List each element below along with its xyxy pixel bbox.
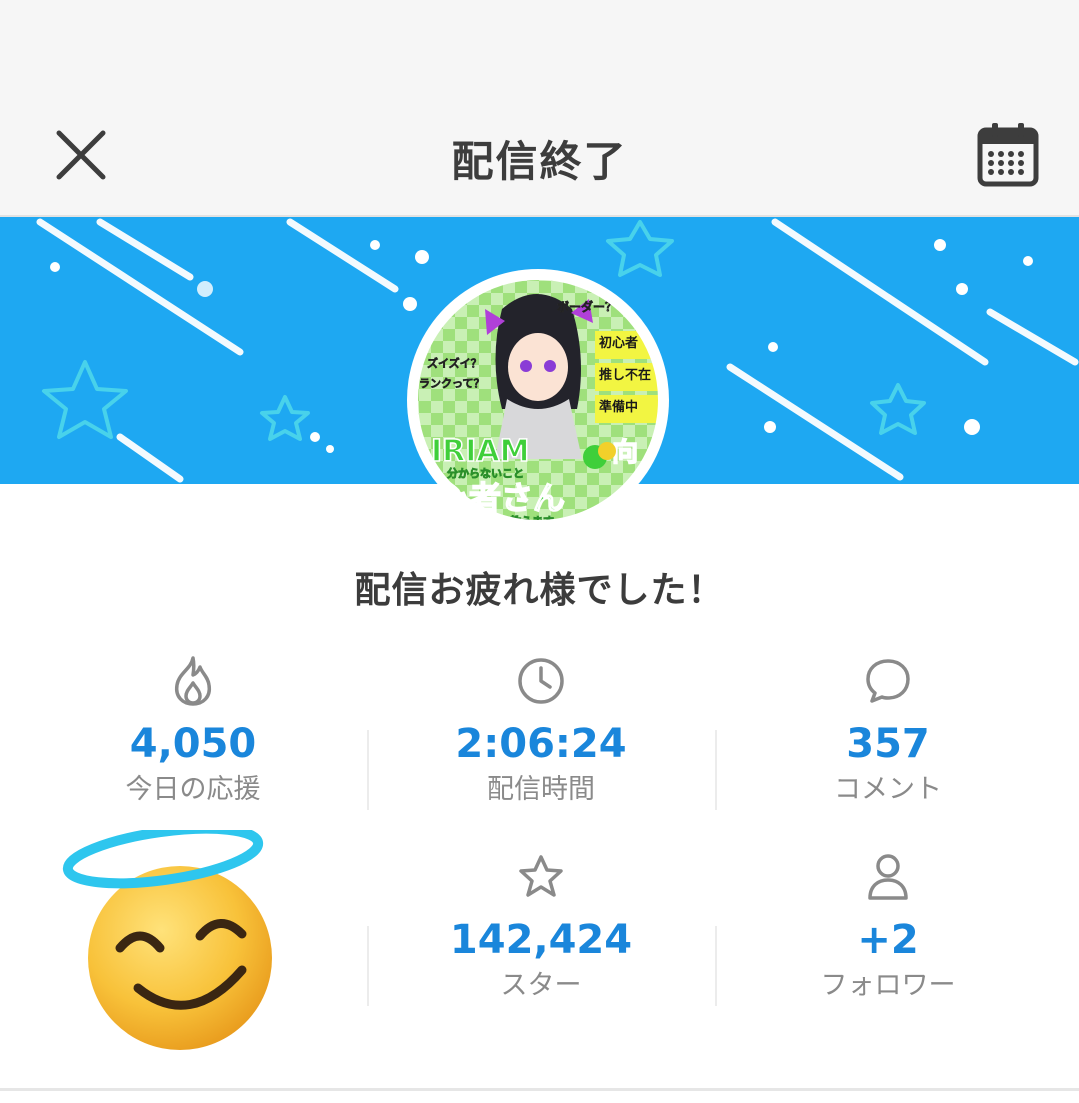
person-icon: [868, 854, 908, 900]
stat-followers: +2 フォロワー: [723, 850, 1053, 1002]
svg-text:初心者: 初心者: [599, 335, 638, 351]
calendar-icon: [977, 123, 1039, 187]
stat-value: 2:06:24: [455, 721, 627, 767]
page-title: 配信終了: [451, 137, 628, 186]
greeting-message: 配信お疲れ様でした！: [354, 570, 725, 611]
svg-text:分からないこと: 分からないこと: [447, 466, 524, 480]
divider: [715, 926, 717, 1006]
top-bar: 配信終了: [0, 0, 1079, 217]
divider: [367, 730, 369, 810]
divider: [367, 926, 369, 1006]
stat-label: スター: [500, 970, 582, 1001]
stat-value: 4,050: [129, 721, 257, 767]
stat-comments: 357 コメント: [723, 654, 1053, 806]
stat-support-today: 4,050 今日の応援: [28, 654, 358, 806]
divider: [715, 730, 717, 810]
stat-value: 357: [846, 721, 930, 767]
stat-stream-time: 2:06:24 配信時間: [376, 654, 706, 806]
avatar[interactable]: 初心者 推し不在 準備中 ボーダー？ ズイズイ？ ランクって？ IRIAM 向 …: [407, 269, 669, 531]
svg-text:ズイズイ？: ズイズイ？: [427, 356, 482, 370]
stat-label: コメント: [834, 774, 942, 805]
comment-icon: [866, 659, 910, 703]
star-icon: [519, 855, 563, 897]
clock-icon: [518, 658, 564, 704]
stat-label: フォロワー: [820, 970, 956, 1001]
smiling-face-with-halo-icon: [62, 830, 272, 1050]
stat-value: +2: [857, 917, 919, 963]
bottom-divider: [0, 1088, 1079, 1091]
svg-text:ランクって？: ランクって？: [419, 377, 484, 390]
svg-text:IRIAM: IRIAM: [431, 434, 530, 469]
svg-text:向: 向: [612, 437, 638, 468]
svg-text:推し不在: 推し不在: [599, 367, 651, 383]
avatar-thumbnail-image: 初心者 推し不在 準備中 ボーダー？ ズイズイ？ ランクって？ IRIAM 向 …: [410, 272, 666, 528]
stat-label: 今日の応援: [125, 774, 261, 805]
flame-icon: [174, 656, 212, 706]
calendar-button[interactable]: [972, 118, 1044, 190]
stat-label: 配信時間: [487, 774, 595, 805]
stat-value: 142,424: [449, 917, 633, 963]
stat-stars: 142,424 スター: [376, 850, 706, 1002]
svg-text:準備中: 準備中: [599, 399, 638, 415]
